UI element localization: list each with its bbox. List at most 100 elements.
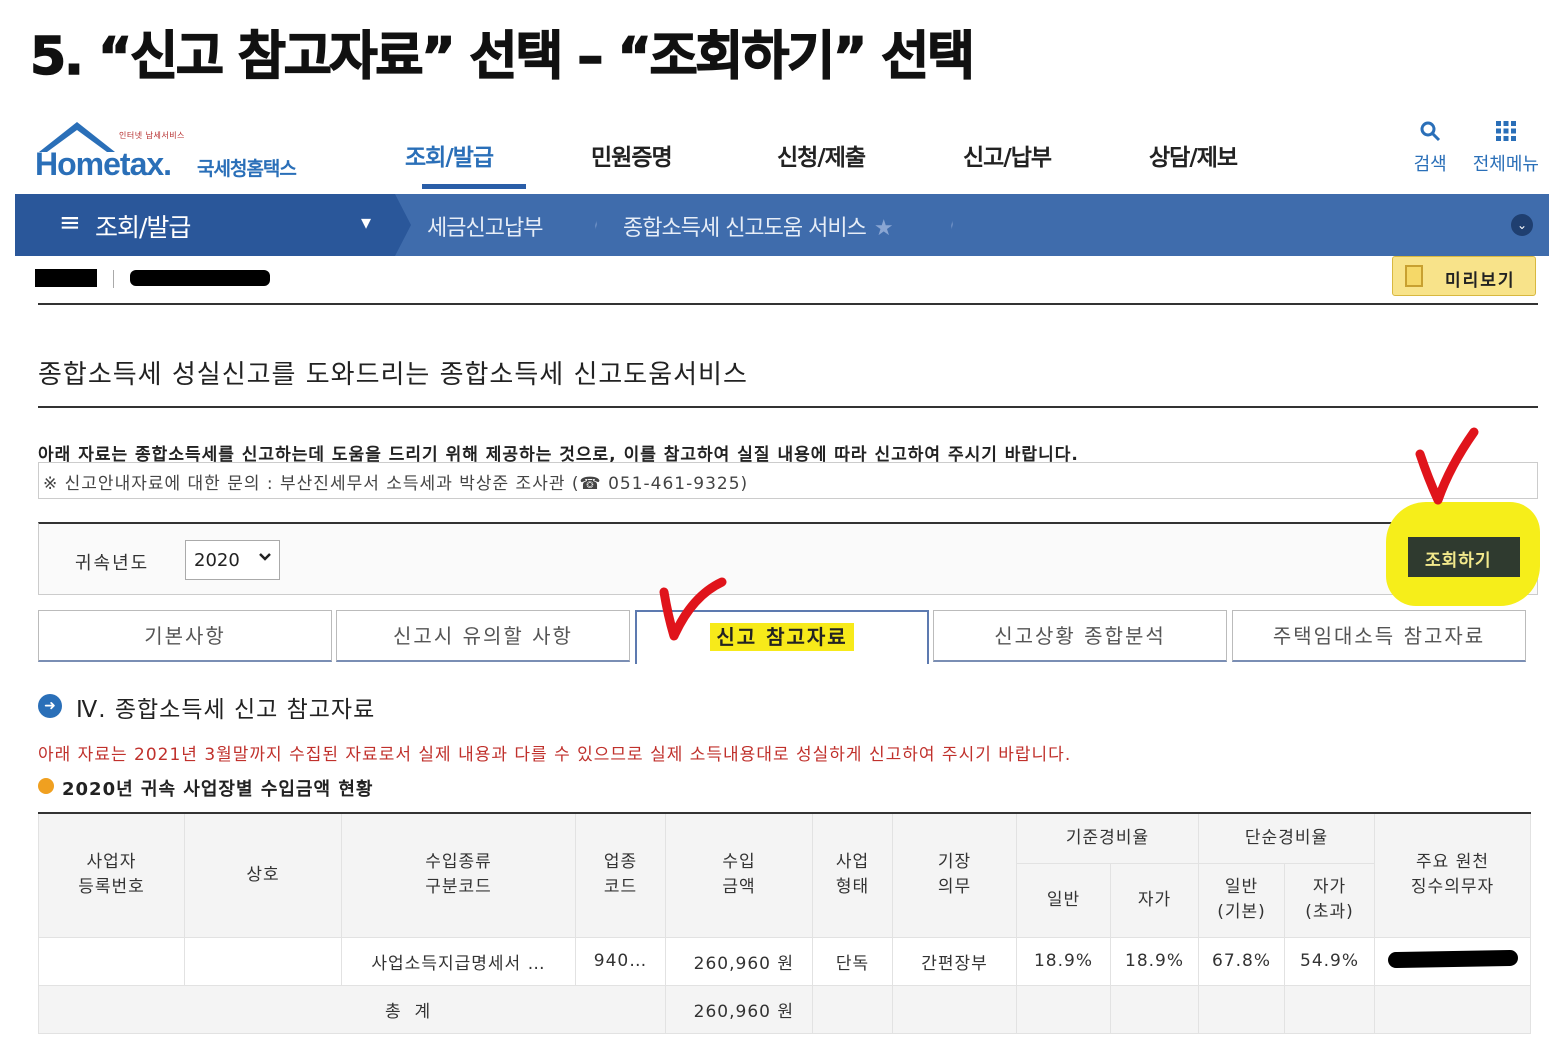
slide-caption: 5. “신고 참고자료” 선택 – “조회하기” 선택 bbox=[29, 26, 976, 88]
cell-std-general: 18.9% bbox=[1016, 936, 1111, 986]
subsection-title: 2020년 귀속 사업장별 수입금액 현황 bbox=[62, 779, 374, 800]
cell-biz-no bbox=[38, 936, 185, 986]
bullet-icon bbox=[38, 778, 54, 794]
tab-bar: 기본사항 신고시 유의할 사항 신고 참고자료 신고상황 종합분석 주택임대소득… bbox=[38, 610, 1538, 664]
header-industry: 업종 코드 bbox=[575, 812, 666, 938]
tab-analysis[interactable]: 신고상황 종합분석 bbox=[933, 610, 1227, 662]
header-revenue: 수입 금액 bbox=[665, 812, 813, 938]
cell-simple-general: 67.8% bbox=[1198, 936, 1286, 986]
header-withholder: 주요 원천 징수의무자 bbox=[1374, 812, 1532, 938]
cell-income-type[interactable]: 사업소득지급명세서 … bbox=[341, 936, 576, 986]
breadcrumb-divider bbox=[951, 194, 953, 256]
logo-tagline: 인터넷 납세서비스 bbox=[119, 131, 185, 140]
header-name: 상호 bbox=[184, 812, 342, 938]
breadcrumb-divider bbox=[595, 194, 597, 256]
logo-brand: Hometax. bbox=[35, 146, 172, 182]
divider bbox=[113, 270, 114, 288]
inquiry-text: ※ 신고안내자료에 대한 문의 : 부산진세무서 소득세과 박상준 조사관 (☎… bbox=[43, 474, 749, 494]
table-row: 사업소득지급명세서 … 940… 260,960 원 단독 간편장부 18.9%… bbox=[38, 936, 1532, 986]
top-navigation: 인터넷 납세서비스 Hometax. 국세청홈택스 조회/발급 민원증명 신청/… bbox=[15, 110, 1549, 194]
header-std-general: 일반 bbox=[1016, 862, 1111, 938]
cell-bookkeeping: 간편장부 bbox=[892, 936, 1017, 986]
tab-basic[interactable]: 기본사항 bbox=[38, 610, 332, 662]
menu-item-report-pay[interactable]: 신고/납부 bbox=[963, 138, 1149, 172]
hometax-logo[interactable]: 인터넷 납세서비스 Hometax. 국세청홈택스 bbox=[35, 118, 335, 188]
total-revenue: 260,960 원 bbox=[665, 984, 813, 1034]
chevron-down-icon: ▾ bbox=[361, 210, 372, 234]
all-menu-tool-label: 전체메뉴 bbox=[1472, 154, 1539, 175]
total-empty-cell bbox=[812, 984, 893, 1034]
cell-revenue: 260,960 원 bbox=[665, 936, 813, 986]
total-empty-cell bbox=[1284, 984, 1376, 1034]
total-label: 총 계 bbox=[385, 1001, 432, 1022]
search-tool[interactable]: 검색 bbox=[1414, 120, 1447, 176]
hamburger-icon: ≡ bbox=[59, 208, 81, 238]
breadcrumb: ≡ 조회/발급 ▾ 세금신고납부 종합소득세 신고도움 서비스 ★ ⌄ bbox=[15, 194, 1549, 256]
header-biz-form: 사업 형태 bbox=[812, 812, 893, 938]
red-checkmark-icon bbox=[659, 577, 727, 641]
search-tool-label: 검색 bbox=[1413, 154, 1447, 175]
cell-withholder bbox=[1374, 936, 1532, 986]
divider bbox=[38, 406, 1538, 408]
total-label-cell: 총 계 bbox=[38, 984, 666, 1034]
chevron-down-icon bbox=[257, 548, 273, 568]
breadcrumb-item-income-tax-help[interactable]: 종합소득세 신고도움 서비스 ★ bbox=[623, 210, 894, 242]
breadcrumb-arrow bbox=[395, 194, 411, 256]
total-empty-cell bbox=[892, 984, 1017, 1034]
menu-item-certificates[interactable]: 민원증명 bbox=[591, 138, 777, 172]
redacted-block bbox=[1387, 949, 1518, 968]
red-checkmark-icon bbox=[1415, 427, 1479, 505]
preview-button[interactable]: 미리보기 bbox=[1392, 256, 1536, 296]
main-menu: 조회/발급 민원증명 신청/제출 신고/납부 상담/제보 bbox=[405, 138, 1335, 172]
header-tools: 검색 전체메뉴 bbox=[1414, 120, 1539, 176]
year-select-value: 2020 bbox=[194, 550, 240, 571]
revenue-table: 사업자 등록번호 상호 수입종류 구분코드 업종 코드 수입 금액 사업 형태 … bbox=[38, 812, 1532, 1034]
divider bbox=[38, 303, 1538, 305]
header-income-type: 수입종류 구분코드 bbox=[341, 812, 576, 938]
header-std-self: 자가 bbox=[1109, 862, 1200, 938]
warning-note: 아래 자료는 2021년 3월말까지 수집된 자료로서 실제 내용과 다를 수 … bbox=[38, 745, 1072, 765]
breadcrumb-root-label: 조회/발급 bbox=[95, 213, 191, 242]
redacted-block bbox=[35, 269, 97, 287]
page-title: 종합소득세 성실신고를 도와드리는 종합소득세 신고도움서비스 bbox=[38, 360, 748, 390]
cell-simple-self: 54.9% bbox=[1284, 936, 1376, 986]
document-icon bbox=[1405, 265, 1423, 287]
cell-industry[interactable]: 940… bbox=[575, 936, 666, 986]
header-std-rate: 기준경비율 bbox=[1015, 812, 1200, 864]
tab-reference-label: 신고 참고자료 bbox=[710, 623, 854, 651]
header-biz-no: 사업자 등록번호 bbox=[38, 812, 185, 938]
breadcrumb-root[interactable]: ≡ 조회/발급 ▾ bbox=[15, 194, 395, 256]
header-bookkeeping: 기장 의무 bbox=[892, 812, 1017, 938]
total-empty-cell bbox=[1374, 984, 1532, 1034]
total-empty-cell bbox=[1109, 984, 1200, 1034]
menu-item-consult[interactable]: 상담/제보 bbox=[1149, 138, 1335, 172]
header-simple-rate: 단순경비율 bbox=[1198, 812, 1376, 864]
year-label: 귀속년도 bbox=[75, 553, 150, 574]
star-icon[interactable]: ★ bbox=[874, 216, 894, 241]
cell-biz-form: 단독 bbox=[812, 936, 893, 986]
section-title: Ⅳ. 종합소득세 신고 참고자료 bbox=[76, 697, 376, 723]
all-menu-tool[interactable]: 전체메뉴 bbox=[1473, 120, 1539, 176]
inquiry-box: ※ 신고안내자료에 대한 문의 : 부산진세무서 소득세과 박상준 조사관 (☎… bbox=[38, 462, 1538, 499]
redacted-block bbox=[130, 270, 270, 286]
search-icon bbox=[1414, 120, 1447, 150]
active-menu-underline bbox=[422, 184, 526, 189]
cell-name bbox=[184, 936, 342, 986]
cell-std-self: 18.9% bbox=[1109, 936, 1200, 986]
total-empty-cell bbox=[1198, 984, 1286, 1034]
tab-cautions[interactable]: 신고시 유의할 사항 bbox=[336, 610, 630, 662]
year-select[interactable]: 2020 bbox=[185, 540, 280, 580]
arrow-right-icon: ➜ bbox=[38, 694, 62, 718]
table-total-row: 총 계 260,960 원 bbox=[38, 984, 1532, 1034]
header-simple-self: 자가 (초과) bbox=[1284, 862, 1376, 938]
chevron-down-icon[interactable]: ⌄ bbox=[1511, 214, 1533, 236]
search-button[interactable]: 조회하기 bbox=[1408, 537, 1520, 577]
menu-item-inquiry[interactable]: 조회/발급 bbox=[405, 138, 591, 172]
header-simple-general: 일반 (기본) bbox=[1198, 862, 1286, 938]
logo-brand-korean: 국세청홈택스 bbox=[197, 158, 297, 180]
menu-item-apply[interactable]: 신청/제출 bbox=[777, 138, 963, 172]
breadcrumb-item-tax-filing[interactable]: 세금신고납부 bbox=[427, 210, 543, 242]
grid-menu-icon bbox=[1473, 120, 1539, 150]
tab-housing-rental[interactable]: 주택임대소득 참고자료 bbox=[1232, 610, 1526, 662]
search-button-label: 조회하기 bbox=[1425, 551, 1492, 570]
